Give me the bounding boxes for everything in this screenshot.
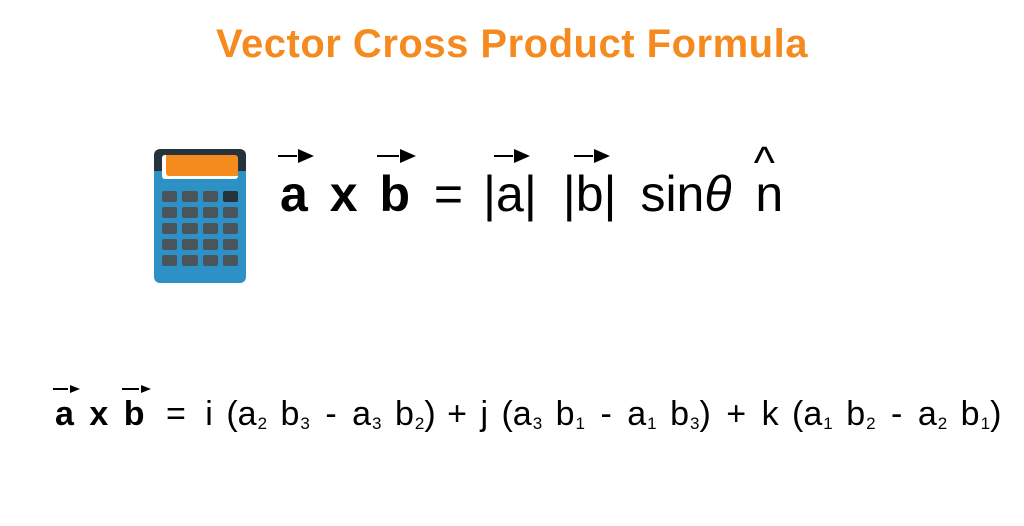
theta: θ: [704, 166, 731, 222]
vector-a-2: a: [55, 395, 74, 434]
sub-2c: 2: [865, 414, 875, 433]
vector-b-2: b: [124, 395, 145, 434]
a3: a3: [352, 395, 381, 433]
paren-open-2: (: [497, 395, 512, 433]
calculator-icon: [150, 145, 250, 285]
page-title: Vector Cross Product Formula: [0, 22, 1024, 67]
a2: a2: [238, 395, 267, 433]
equals-sign-2: =: [154, 395, 196, 433]
b-letter-3: b: [556, 395, 575, 433]
k-hat: k: [762, 395, 779, 433]
vector-b-letter-2: b: [124, 395, 145, 433]
mag-a: a: [496, 165, 524, 223]
sub-3: 3: [299, 414, 309, 433]
bar-close-2: |: [604, 166, 617, 222]
b2: b2: [391, 395, 424, 433]
vector-a: a: [280, 165, 308, 223]
b1: b1: [552, 395, 585, 433]
sub-2d: 2: [937, 414, 947, 433]
cross-operator-2: x: [83, 395, 114, 433]
paren-close-1: ): [424, 395, 435, 433]
plus-1: +: [445, 395, 471, 433]
minus-2: -: [594, 395, 617, 433]
a-letter-4: a: [627, 395, 646, 433]
sub-1: 1: [575, 414, 585, 433]
mag-b: b: [576, 165, 604, 223]
bar-open: |: [483, 166, 496, 222]
vector-b: b: [379, 165, 410, 223]
unit-n-hat: ^n: [745, 165, 783, 223]
plus-2: +: [720, 395, 752, 433]
vector-b-letter: b: [379, 166, 410, 222]
sin-label: sin: [630, 166, 704, 222]
b-letter-5: b: [846, 395, 865, 433]
sub-3c: 3: [532, 414, 542, 433]
b3b: b3: [666, 395, 699, 433]
formula-magnitude: a x b = |a| |b| sinθ ^n: [280, 165, 783, 223]
a-letter-2: a: [352, 395, 371, 433]
sub-1c: 1: [822, 414, 832, 433]
mag-b-letter: b: [576, 166, 604, 222]
a-letter-3: a: [513, 395, 532, 433]
sub-3b: 3: [371, 414, 381, 433]
paren-open-1: (: [222, 395, 237, 433]
a-letter: a: [238, 395, 257, 433]
sub-2b: 2: [414, 414, 424, 433]
sub-1d: 1: [980, 414, 990, 433]
cross-operator: x: [322, 166, 366, 222]
a1b: a1: [803, 395, 832, 433]
bar-open-2: |: [563, 166, 576, 222]
a2b: a2: [918, 395, 947, 433]
b1b: b1: [957, 395, 990, 433]
paren-close-3: ): [990, 395, 1001, 433]
b-letter-4: b: [670, 395, 689, 433]
formula-component: a x b = i (a2 b3 - a3 b2) + j (a3 b1 - a…: [55, 395, 1001, 434]
vector-a-letter: a: [280, 166, 308, 222]
minus-3: -: [885, 395, 908, 433]
a-letter-5: a: [803, 395, 822, 433]
sub-2: 2: [257, 414, 267, 433]
b-letter-6: b: [961, 395, 980, 433]
sub-1b: 1: [646, 414, 656, 433]
bar-close: |: [524, 166, 537, 222]
b2b: b2: [842, 395, 875, 433]
a3b: a3: [513, 395, 542, 433]
paren-open-3: (: [788, 395, 803, 433]
vector-a-letter-2: a: [55, 395, 74, 433]
mag-a-letter: a: [496, 166, 524, 222]
equals-sign: =: [424, 166, 469, 222]
page: Vector Cross Product Formula a x b = |a|…: [0, 0, 1024, 526]
paren-close-2: ): [699, 395, 710, 433]
b3: b3: [276, 395, 309, 433]
b-letter-2: b: [395, 395, 414, 433]
j-hat: j: [480, 395, 488, 433]
minus-1: -: [319, 395, 342, 433]
a1: a1: [627, 395, 656, 433]
b-letter: b: [280, 395, 299, 433]
i-hat: i: [205, 395, 213, 433]
sub-3d: 3: [689, 414, 699, 433]
a-letter-6: a: [918, 395, 937, 433]
